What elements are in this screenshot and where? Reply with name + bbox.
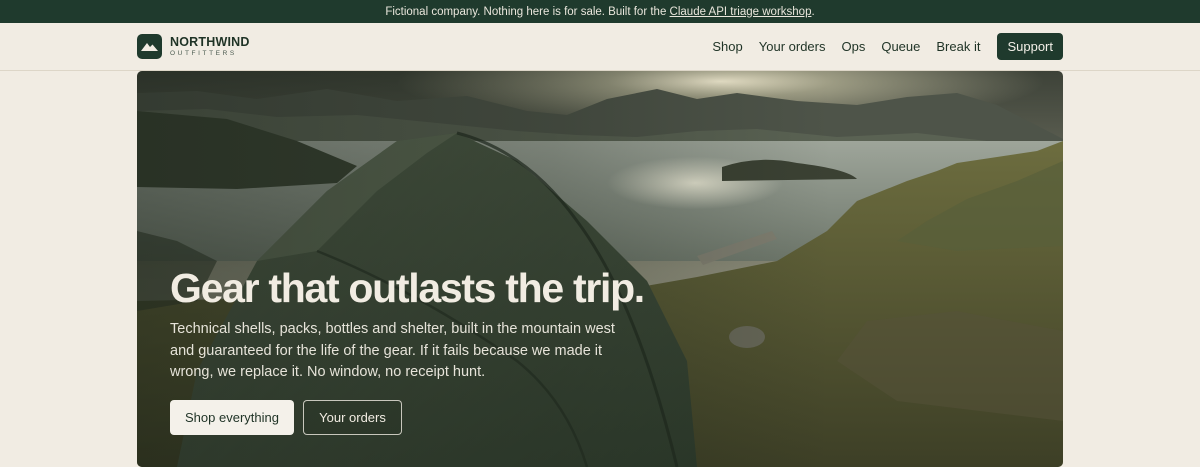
nav-queue[interactable]: Queue [881,34,920,60]
nav-your-orders[interactable]: Your orders [759,34,826,60]
announcement-period: . [811,5,815,18]
top-navigation: NORTHWIND OUTFITTERS Shop Your orders Op… [0,23,1200,71]
nav-break-it[interactable]: Break it [936,34,980,60]
support-button[interactable]: Support [997,33,1063,60]
brand-name: NORTHWIND [170,34,250,49]
nav-links: Shop Your orders Ops Queue Break it Supp… [712,33,1063,60]
nav-shop[interactable]: Shop [712,34,742,60]
shop-everything-button[interactable]: Shop everything [170,400,294,435]
workshop-link[interactable]: Claude API triage workshop [670,6,812,18]
brand-tagline: OUTFITTERS [170,49,237,57]
announcement-text: Fictional company. Nothing here is for s… [385,5,670,18]
nav-ops[interactable]: Ops [841,34,865,60]
hero-title: Gear that outlasts the trip. [170,265,645,311]
announcement-bar: Fictional company. Nothing here is for s… [0,0,1200,23]
hero-banner: Gear that outlasts the trip. Technical s… [137,71,1063,467]
mountain-icon [137,34,162,59]
brand-home-link[interactable]: NORTHWIND OUTFITTERS [137,34,250,59]
your-orders-button[interactable]: Your orders [303,400,402,435]
hero-description: Technical shells, packs, bottles and she… [170,321,615,380]
